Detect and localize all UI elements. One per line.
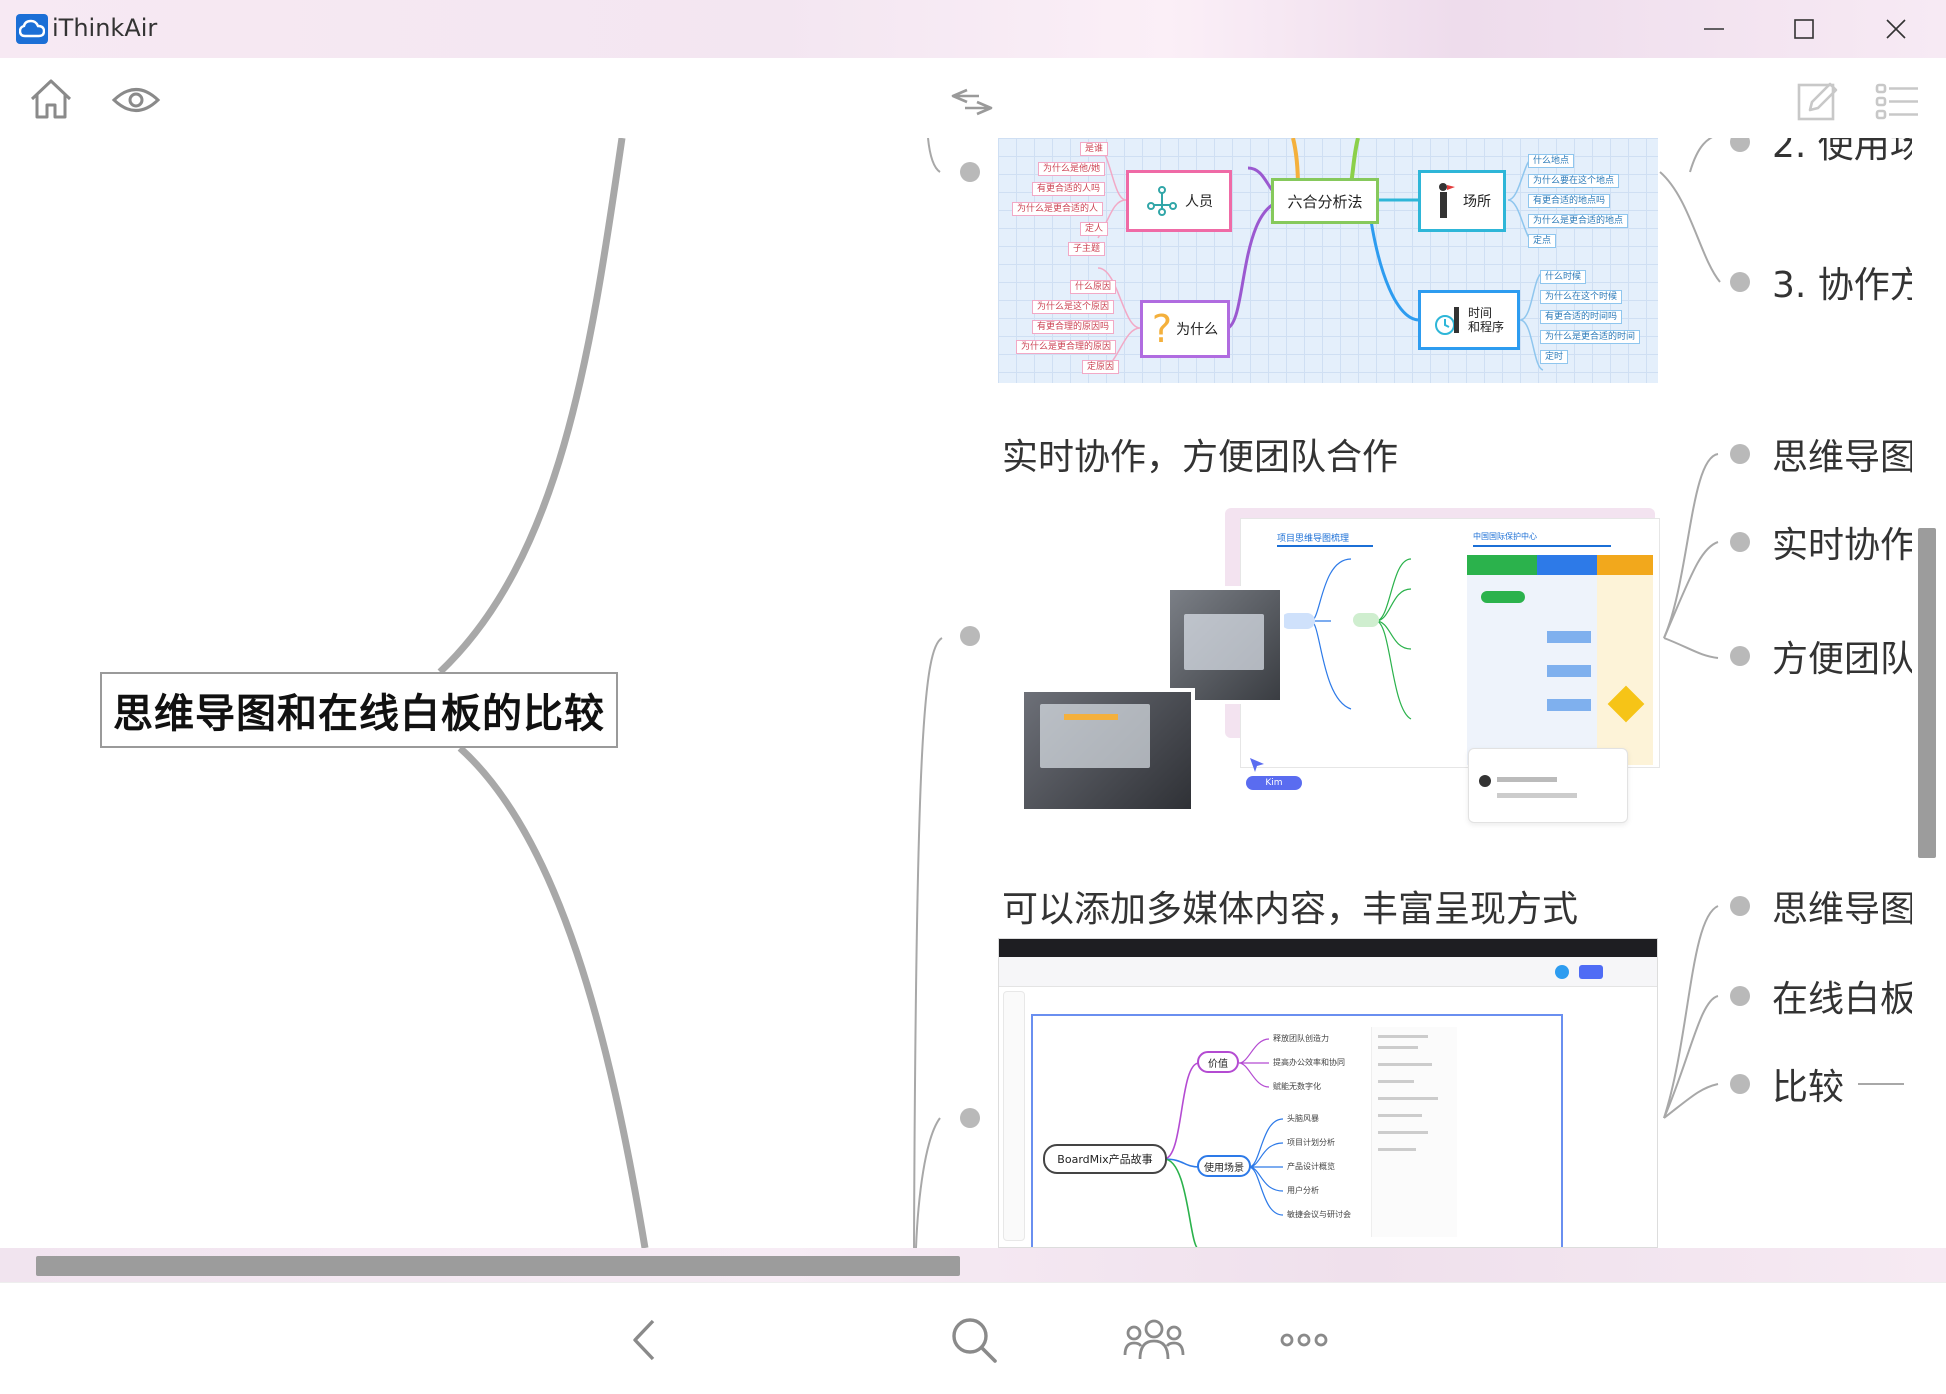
clock-person-icon	[1434, 307, 1459, 335]
leaf-dot-3a[interactable]	[1730, 896, 1750, 916]
whiteboard-screenshot: 项目思维导图梳理 中国国际保护中心	[1240, 518, 1660, 768]
person-flag-icon	[1439, 183, 1455, 218]
branch-dot-2[interactable]	[960, 626, 980, 646]
cloud-logo-icon	[16, 14, 48, 44]
question-icon: ?	[1151, 307, 1173, 351]
comment-popup	[1468, 748, 1628, 823]
boardmix-mindmap-lines	[1163, 1038, 1284, 1247]
chevron-left-icon	[633, 1319, 655, 1361]
horizontal-scrollbar-thumb[interactable]	[36, 1256, 960, 1276]
boardmix-context-menu	[1371, 1027, 1457, 1237]
swap-arrows-icon	[951, 88, 993, 116]
leaf-2b[interactable]: 实时协作	[1772, 516, 1916, 568]
flow-title: 中国国际保护中心	[1473, 531, 1611, 547]
close-icon	[1886, 19, 1906, 39]
six-place-node: 场所	[1418, 170, 1506, 232]
six-center-node: 六合分析法	[1271, 178, 1379, 224]
leaf-dot-3c[interactable]	[1730, 1074, 1750, 1094]
root-node[interactable]: 思维导图和在线白板的比较	[100, 672, 618, 748]
cursor-pointer-icon	[1250, 758, 1264, 772]
cursor-label: Kim	[1246, 776, 1302, 790]
edit-button[interactable]	[1790, 78, 1846, 126]
six-time-node: 时间 和程序	[1418, 290, 1520, 350]
back-button[interactable]	[614, 1315, 674, 1365]
six-why-node: ? 为什么	[1140, 300, 1230, 358]
leaf-dot-3b[interactable]	[1730, 986, 1750, 1006]
layout-swap-button[interactable]	[944, 80, 1000, 124]
leaf-3b[interactable]: 在线白板	[1772, 970, 1916, 1022]
leaf-dot-1b[interactable]	[1730, 272, 1750, 292]
home-icon	[30, 79, 72, 119]
leaf-3a[interactable]: 思维导图	[1772, 880, 1916, 932]
laptop-photo-1	[1166, 586, 1284, 704]
search-button[interactable]	[944, 1315, 1004, 1365]
leaf-dot-2a[interactable]	[1730, 444, 1750, 464]
leaf-1b[interactable]: 3. 协作方	[1772, 256, 1926, 308]
boardmix-center-node: BoardMix产品故事	[1043, 1144, 1167, 1174]
laptop-photo-2	[1020, 688, 1195, 813]
six-people-node: 人员	[1126, 170, 1232, 232]
flowchart-panel	[1467, 555, 1653, 765]
boardmix-scene-node: 使用场景	[1197, 1155, 1251, 1177]
leaf-1a[interactable]: 2. 使用场	[1772, 138, 1926, 168]
app-title: iThinkAir	[52, 14, 158, 42]
preview-button[interactable]	[108, 78, 164, 122]
leaf-2c[interactable]: 方便团队	[1772, 630, 1916, 682]
six-factor-mindmap-image[interactable]: 人员 六合分析法 场所 ? 为什么 时间 和程序 是谁 为什么是他/她 有更合适…	[998, 138, 1658, 383]
boardmix-screenshot-image[interactable]: BoardMix产品故事 价值 使用场景 释放团队创造力 提高办公效率和协同 赋…	[998, 938, 1658, 1248]
close-button[interactable]	[1866, 10, 1926, 48]
collaborate-button[interactable]	[1122, 1315, 1186, 1365]
edit-note-icon	[1797, 82, 1838, 121]
more-icon	[1280, 1333, 1328, 1347]
branch-caption-3[interactable]: 可以添加多媒体内容，丰富呈现方式	[1002, 880, 1578, 932]
home-button[interactable]	[24, 74, 78, 124]
boardmix-value-node: 价值	[1197, 1051, 1239, 1073]
title-bar: iThinkAir	[0, 0, 1946, 58]
minimize-icon	[1704, 28, 1724, 30]
bottom-toolbar	[0, 1282, 1946, 1394]
leaf-2a[interactable]: 思维导图	[1772, 428, 1916, 480]
minimize-button[interactable]	[1684, 10, 1744, 48]
branch-caption-2[interactable]: 实时协作，方便团队合作	[1002, 428, 1398, 480]
people-network-icon	[1147, 186, 1177, 216]
branch-dot-1[interactable]	[960, 162, 980, 182]
maximize-icon	[1794, 19, 1814, 39]
mindmap-canvas[interactable]: 思维导图和在线白板的比较 人员 六合分析法 场所 ? 为什么 时间 和程序 是谁…	[0, 138, 1946, 1248]
more-button[interactable]	[1274, 1315, 1334, 1365]
leaf-3c[interactable]: 比较	[1772, 1058, 1844, 1110]
maximize-button[interactable]	[1774, 10, 1834, 48]
leaf-dot-2b[interactable]	[1730, 532, 1750, 552]
people-icon	[1123, 1319, 1185, 1360]
leaf-dot-2c[interactable]	[1730, 646, 1750, 666]
top-toolbar	[0, 58, 1946, 138]
eye-icon	[111, 88, 161, 112]
outline-button[interactable]	[1868, 78, 1926, 126]
vertical-scrollbar-thumb[interactable]	[1918, 528, 1936, 858]
search-icon	[952, 1318, 997, 1363]
branch-dot-3[interactable]	[960, 1108, 980, 1128]
list-icon	[1875, 83, 1918, 120]
